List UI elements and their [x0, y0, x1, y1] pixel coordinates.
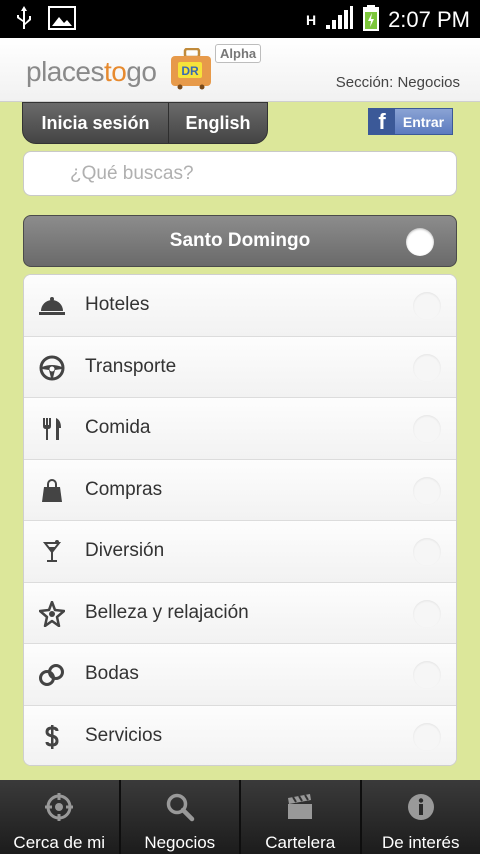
info-icon — [406, 792, 436, 822]
category-list: Hoteles Transporte Comida Compras Divers… — [23, 274, 457, 766]
crosshair-icon — [44, 792, 74, 822]
city-radio[interactable] — [406, 228, 434, 256]
shopping-bag-icon — [38, 477, 66, 505]
category-radio[interactable] — [413, 538, 441, 566]
category-label: Hoteles — [85, 294, 150, 315]
login-button[interactable]: Inicia sesión — [23, 103, 169, 143]
category-label: Comida — [85, 417, 151, 438]
language-button[interactable]: English — [169, 103, 267, 143]
network-type-icon: H — [305, 12, 317, 28]
city-label: Santo Domingo — [169, 230, 311, 251]
cloche-icon — [38, 292, 66, 320]
category-label: Belleza y relajación — [85, 601, 249, 623]
category-item-servicios[interactable]: Servicios — [24, 705, 456, 765]
facebook-label: Entrar — [402, 113, 445, 130]
alpha-badge: Alpha — [215, 44, 262, 63]
category-label: Transporte — [85, 355, 177, 377]
category-label: Bodas — [85, 663, 139, 684]
nav-label: Cerca de mi — [13, 833, 106, 852]
facebook-login-button[interactable]: f Entrar — [368, 108, 453, 135]
category-item-compras[interactable]: Compras — [24, 459, 456, 521]
signal-icon — [324, 5, 354, 35]
category-item-diversion[interactable]: Diversión — [24, 521, 456, 583]
nav-label: De interés — [382, 833, 460, 852]
category-item-transporte[interactable]: Transporte — [24, 336, 456, 398]
clapperboard-icon — [285, 792, 315, 822]
dollar-icon — [38, 723, 66, 751]
category-radio[interactable] — [413, 292, 441, 320]
nav-cartelera[interactable]: Cartelera — [241, 780, 362, 854]
status-bar: H 2:07 PM — [0, 0, 480, 38]
search-input[interactable] — [24, 152, 456, 195]
image-icon — [48, 6, 76, 34]
suitcase-logo-icon: DR — [171, 48, 211, 90]
category-label: Diversión — [85, 540, 165, 561]
city-selector[interactable]: Santo Domingo — [23, 215, 457, 267]
facebook-icon: f — [369, 109, 395, 134]
category-item-hoteles[interactable]: Hoteles — [24, 275, 456, 337]
clock: 2:07 PM — [388, 7, 470, 32]
category-radio[interactable] — [413, 599, 441, 628]
star-icon — [38, 600, 66, 628]
category-radio[interactable] — [413, 415, 441, 443]
auth-segment: Inicia sesión English — [22, 102, 268, 144]
cocktail-icon — [38, 538, 66, 566]
rings-icon — [38, 661, 66, 689]
category-item-bodas[interactable]: Bodas — [24, 644, 456, 706]
battery-icon — [362, 4, 380, 36]
nav-de-interes[interactable]: De interés — [362, 780, 480, 854]
nav-label: Negocios — [144, 833, 216, 852]
nav-negocios[interactable]: Negocios — [121, 780, 241, 854]
category-radio[interactable] — [413, 476, 441, 505]
usb-icon — [14, 5, 34, 35]
steering-wheel-icon — [38, 354, 66, 382]
dr-badge: DR — [181, 64, 199, 78]
category-radio[interactable] — [413, 661, 441, 689]
search-box — [23, 151, 457, 196]
category-label: Compras — [85, 478, 163, 500]
bottom-nav: Cerca de mi Negocios Cartelera De interé… — [0, 780, 480, 854]
search-icon — [165, 792, 195, 822]
nav-cerca-de-mi[interactable]: Cerca de mi — [0, 780, 121, 854]
category-item-comida[interactable]: Comida — [24, 398, 456, 460]
category-label: Servicios — [85, 724, 163, 746]
category-item-belleza[interactable]: Belleza y relajación — [24, 582, 456, 644]
nav-label: Cartelera — [265, 833, 336, 852]
logo[interactable]: placestogo — [26, 56, 157, 88]
app-header: placestogo DR Alpha Sección: Negocios — [0, 38, 480, 102]
section-label: Sección: Negocios — [335, 74, 460, 91]
fork-knife-icon — [38, 415, 66, 443]
category-radio[interactable] — [413, 722, 441, 751]
category-radio[interactable] — [413, 353, 441, 382]
